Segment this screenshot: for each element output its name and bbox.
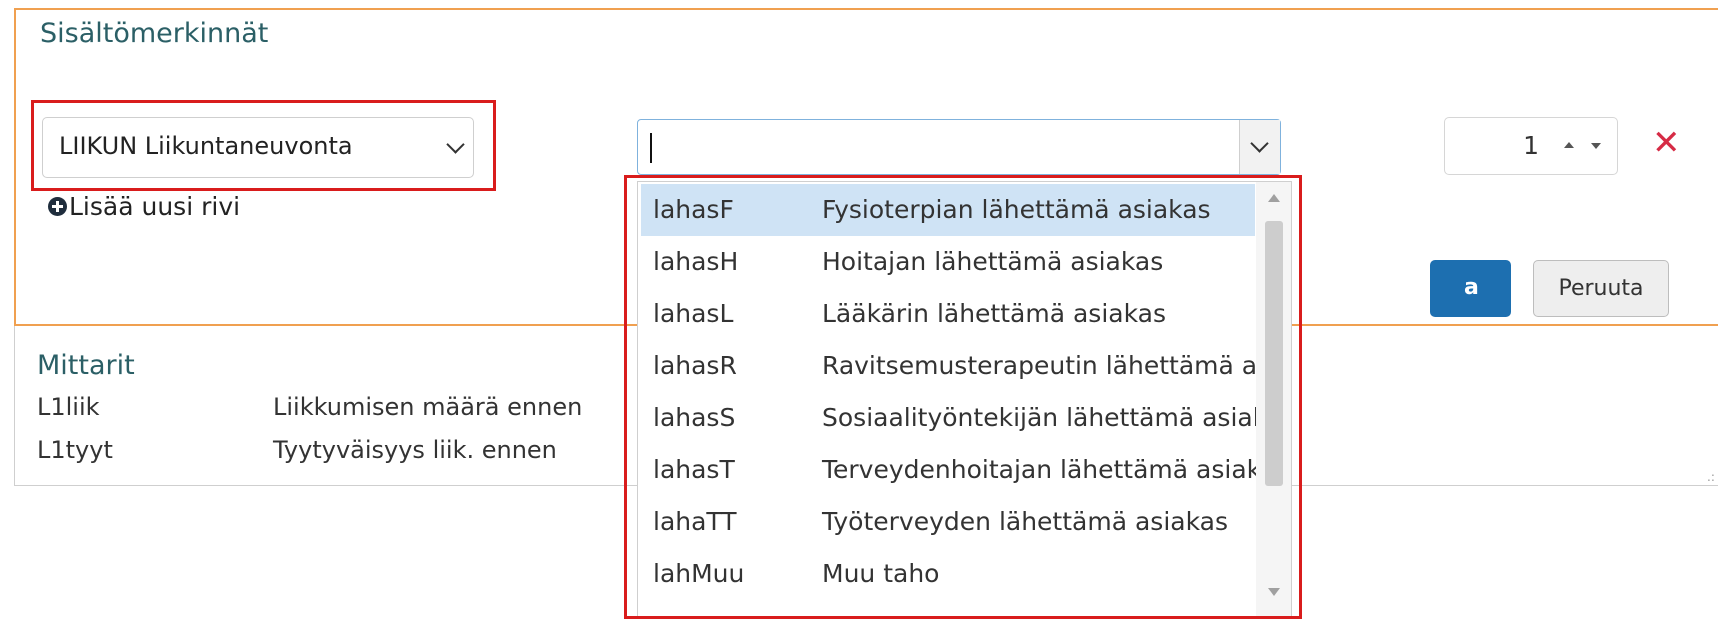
decrement-icon[interactable] [1591,143,1601,149]
save-button[interactable]: a [1430,260,1511,317]
mittari-code: L1tyyt [37,436,113,464]
text-cursor [650,133,652,163]
combobox-toggle-button[interactable] [1239,120,1280,174]
chevron-down-icon [446,135,465,154]
mittari-description: Tyytyväisyys liik. ennen [273,436,557,464]
category-select[interactable]: LIIKUN Liikuntaneuvonta [42,117,474,178]
close-icon[interactable]: ✕ [1652,126,1681,160]
highlight-box [624,175,1302,619]
resize-handle-icon[interactable]: .: [1707,470,1715,484]
add-row-label: Lisää uusi rivi [69,192,241,221]
mittari-code: L1liik [37,393,100,421]
cancel-button[interactable]: Peruuta [1533,260,1669,317]
plus-circle-icon [48,197,67,216]
mittarit-title: Mittarit [37,350,135,381]
increment-icon[interactable] [1564,142,1574,148]
add-row-link[interactable]: Lisää uusi rivi [48,192,240,221]
panel-title: Sisältömerkinnät [40,18,269,49]
quantity-value: 1 [1523,131,1539,160]
code-combobox[interactable] [637,119,1281,175]
chevron-down-icon [1250,134,1269,153]
category-select-value: LIIKUN Liikuntaneuvonta [59,132,353,160]
mittari-description: Liikkumisen määrä ennen [273,393,583,421]
quantity-stepper[interactable]: 1 [1444,117,1618,175]
